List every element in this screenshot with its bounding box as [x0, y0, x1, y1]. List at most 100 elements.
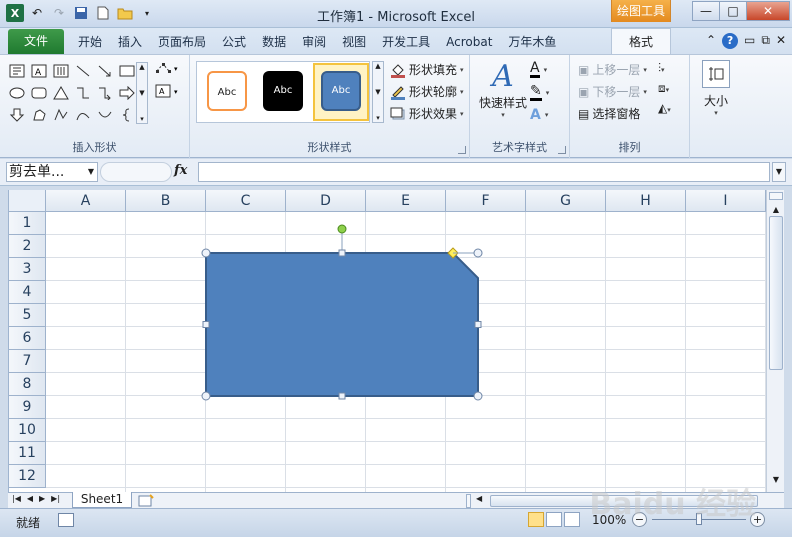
star-shape-icon[interactable] [30, 106, 48, 124]
style-preset-blue[interactable]: Abc [321, 71, 361, 111]
freeform-shape-icon[interactable] [52, 106, 70, 124]
name-box-value: 剪去单... [9, 164, 65, 180]
horizontal-split-box[interactable] [466, 494, 471, 508]
tab-view[interactable]: 视图 [334, 33, 374, 51]
workbook-close-icon[interactable]: ✕ [776, 33, 786, 49]
vertical-split-box[interactable] [769, 192, 783, 200]
tab-formulas[interactable]: 公式 [214, 33, 254, 51]
shape-styles-launcher-icon[interactable] [458, 146, 466, 154]
side-resize-handle[interactable] [202, 321, 210, 328]
scroll-down-icon[interactable]: ▼ [768, 472, 784, 488]
corner-resize-handle[interactable] [201, 391, 211, 401]
shape-effects-button[interactable]: 形状效果 ▾ [390, 105, 464, 122]
right-arrow-shape-icon[interactable] [118, 84, 136, 102]
workbook-restore-icon[interactable]: ⧉ [761, 33, 770, 49]
arrow-line-shape-icon[interactable] [96, 62, 114, 80]
minimize-button[interactable]: — [692, 1, 720, 21]
text-outline-button[interactable]: ✎ ▾ [530, 84, 549, 101]
scroll-left-icon[interactable]: ◀ [476, 494, 482, 503]
oval-shape-icon[interactable] [8, 84, 26, 102]
snip-corner-rectangle-shape[interactable] [205, 252, 479, 397]
shape-styles-gallery-scroll[interactable]: ▲ ▼ ▾ [372, 61, 384, 123]
first-sheet-icon[interactable]: |◀ [12, 494, 21, 503]
quick-styles-button[interactable]: A 快速样式 ▾ [478, 60, 528, 120]
send-backward-button[interactable]: ▣ 下移一层 ▾ [578, 83, 647, 100]
tab-insert[interactable]: 插入 [110, 33, 150, 51]
tab-wannian-muyu[interactable]: 万年木鱼 [500, 33, 564, 51]
text-fill-button[interactable]: A ▾ [530, 61, 549, 78]
corner-resize-handle[interactable] [201, 248, 211, 258]
tab-page-layout[interactable]: 页面布局 [150, 33, 214, 51]
size-icon [702, 60, 730, 88]
arc-shape-icon[interactable] [96, 106, 114, 124]
line-shape-icon[interactable] [74, 62, 92, 80]
sheet-tab-sheet1[interactable]: Sheet1 [72, 492, 132, 508]
page-layout-view-button[interactable] [546, 512, 562, 527]
svg-text:▾: ▾ [174, 88, 178, 96]
bring-forward-button[interactable]: ▣ 上移一层 ▾ [578, 61, 647, 78]
formula-cancel-enter-buttons[interactable] [100, 162, 172, 182]
elbow-connector-icon[interactable] [74, 84, 92, 102]
text-shape-icon[interactable]: A [30, 62, 48, 80]
workbook-minimize-icon[interactable]: ▭ [744, 33, 755, 49]
rounded-rectangle-shape-icon[interactable] [30, 84, 48, 102]
wordart-launcher-icon[interactable] [558, 146, 566, 154]
insert-function-button[interactable]: fx [174, 163, 187, 178]
tab-data[interactable]: 数据 [254, 33, 294, 51]
vertical-text-shape-icon[interactable] [52, 62, 70, 80]
shape-effects-label: 形状效果 [409, 107, 458, 121]
worksheet-grid[interactable]: A B C D E F G H I 1 2 3 4 5 6 7 8 9 10 11 12 [8, 190, 766, 492]
help-icon[interactable]: ? [722, 33, 739, 49]
rectangle-shape-icon[interactable] [118, 62, 136, 80]
side-resize-handle[interactable] [338, 392, 346, 400]
edit-shape-icon[interactable]: ▾ [155, 61, 181, 78]
name-box-dropdown-icon[interactable]: ▼ [88, 163, 94, 181]
restore-button[interactable]: □ [719, 1, 747, 21]
textbox-shape-icon[interactable] [8, 62, 26, 80]
vertical-scrollbar[interactable]: ▲ ▼ [766, 190, 784, 492]
triangle-shape-icon[interactable] [52, 84, 70, 102]
shape-fill-button[interactable]: 形状填充 ▾ [390, 61, 464, 78]
last-sheet-icon[interactable]: ▶| [51, 494, 60, 503]
tab-file[interactable]: 文件 [8, 29, 64, 54]
next-sheet-icon[interactable]: ▶ [39, 494, 45, 503]
align-icon[interactable]: ⫶▾ [658, 61, 671, 76]
side-resize-handle[interactable] [474, 321, 482, 328]
expand-formula-bar-icon[interactable]: ▼ [772, 162, 786, 182]
tab-home[interactable]: 开始 [70, 33, 110, 51]
close-button[interactable]: ✕ [746, 1, 790, 21]
normal-view-button[interactable] [528, 512, 544, 527]
tab-format[interactable]: 格式 [611, 28, 671, 55]
name-box[interactable]: 剪去单... ▼ [6, 162, 98, 182]
rotation-handle[interactable] [337, 224, 347, 234]
selection-pane-button[interactable]: ▤ 选择窗格 [578, 105, 647, 122]
corner-resize-handle[interactable] [473, 248, 483, 258]
rotate-icon[interactable]: ◭▾ [658, 101, 671, 115]
insert-sheet-icon[interactable] [138, 494, 154, 507]
size-button[interactable]: 大小 ▾ [698, 60, 734, 117]
collapse-ribbon-icon[interactable]: ⌃ [706, 33, 716, 49]
text-effects-button[interactable]: A ▾ [530, 107, 549, 123]
shape-layer [201, 224, 483, 401]
brace-shape-icon[interactable] [118, 106, 136, 124]
tab-developer[interactable]: 开发工具 [374, 33, 438, 51]
formula-input[interactable] [198, 162, 770, 182]
group-icon[interactable]: ⧈▾ [658, 81, 671, 96]
tab-acrobat[interactable]: Acrobat [438, 33, 500, 51]
prev-sheet-icon[interactable]: ◀ [27, 494, 33, 503]
corner-resize-handle[interactable] [473, 391, 483, 401]
side-resize-handle[interactable] [338, 249, 346, 257]
tab-review[interactable]: 审阅 [294, 33, 334, 51]
style-preset-black[interactable]: Abc [263, 71, 303, 111]
elbow-arrow-connector-icon[interactable] [96, 84, 114, 102]
shape-outline-button[interactable]: 形状轮廓 ▾ [390, 83, 464, 100]
style-preset-outline-orange[interactable]: Abc [207, 71, 247, 111]
vertical-scroll-thumb[interactable] [769, 216, 783, 370]
macro-record-icon[interactable] [58, 513, 74, 527]
curve-shape-icon[interactable] [74, 106, 92, 124]
size-group: 大小 ▾ [690, 55, 740, 158]
shapes-gallery-scroll[interactable]: ▲ ▼ ▾ [136, 62, 148, 124]
draw-textbox-icon[interactable]: A ▾ [155, 84, 181, 101]
down-arrow-shape-icon[interactable] [8, 106, 26, 124]
page-break-view-button[interactable] [564, 512, 580, 527]
